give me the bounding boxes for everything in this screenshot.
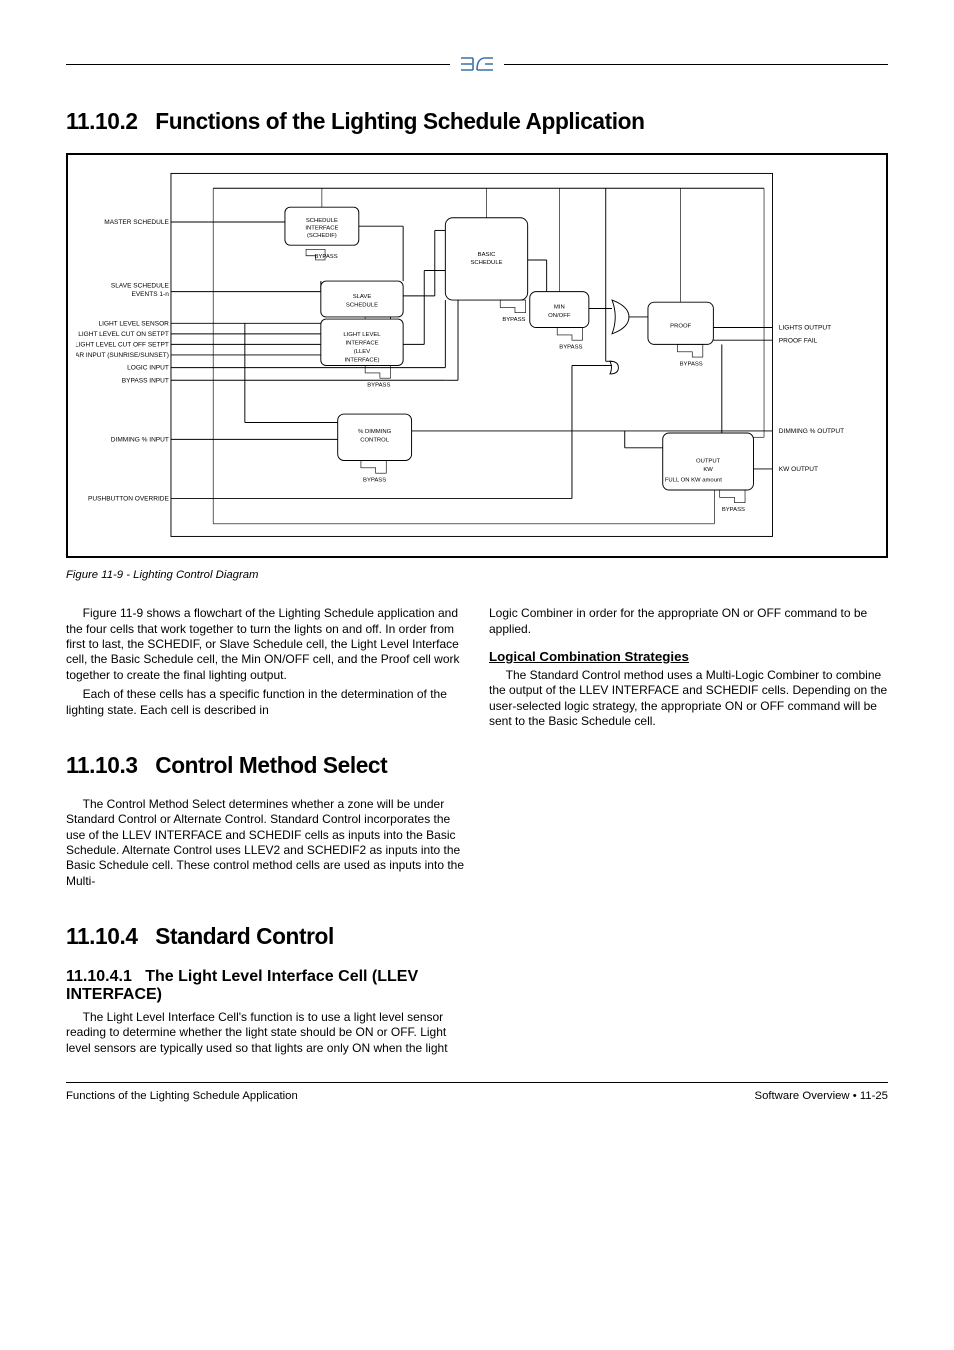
svg-text:BYPASS: BYPASS [314, 254, 337, 260]
svg-text:PROOF FAIL: PROOF FAIL [779, 337, 818, 344]
heading-11-10-4: 11.10.4 Standard Control [66, 923, 465, 950]
svg-text:LIGHT LEVEL: LIGHT LEVEL [343, 332, 381, 338]
svg-text:PROOF: PROOF [670, 324, 691, 330]
heading-11-10-4-1: 11.10.4.1 The Light Level Interface Cell… [66, 968, 465, 1004]
svg-text:KW: KW [703, 467, 713, 473]
para-1: Figure 11-9 - Lighting Control Diagram F… [66, 606, 465, 683]
svg-text:CONTROL: CONTROL [360, 437, 390, 443]
svg-text:EVENTS 1-n: EVENTS 1-n [131, 291, 169, 298]
svg-text:BYPASS: BYPASS [363, 478, 386, 484]
subheading-lcs: Logical Combination Strategies [489, 649, 888, 664]
para-4-right: Logic Combiner in order for the appropri… [489, 606, 888, 637]
svg-text:SCHEDULE: SCHEDULE [306, 218, 338, 224]
heading-11-10-3: 11.10.3 Control Method Select [66, 752, 465, 779]
svg-text:MIN: MIN [554, 305, 565, 311]
svg-text:FULL ON KW amount: FULL ON KW amount [665, 478, 722, 484]
figure-frame: .lbl{font-size:6.2px} .bl{font-size:5.6p… [66, 153, 888, 558]
para-2: Each of these cells has a specific funct… [66, 687, 465, 718]
heading-num: 11.10.4 [66, 923, 138, 949]
heading-11-10-2: 11.10.2 Functions of the Lighting Schedu… [66, 108, 888, 135]
svg-text:BYPASS INPUT: BYPASS INPUT [122, 377, 169, 384]
svg-text:(SCHEDIF): (SCHEDIF) [307, 233, 337, 239]
svg-text:BASIC: BASIC [478, 252, 496, 258]
heading-text: Functions of the Lighting Schedule Appli… [155, 108, 644, 134]
svg-text:BYPASS: BYPASS [367, 383, 390, 389]
heading-text: Standard Control [155, 923, 334, 949]
lighting-control-diagram: .lbl{font-size:6.2px} .bl{font-size:5.6p… [76, 165, 878, 545]
svg-text:BYPASS: BYPASS [502, 317, 525, 323]
footer-right: Software Overview • 11-25 [755, 1090, 888, 1102]
logo-icon [460, 54, 494, 74]
svg-text:% DIMMING: % DIMMING [358, 429, 391, 435]
svg-text:LIGHTS OUTPUT: LIGHTS OUTPUT [779, 325, 831, 332]
para-6: The Light Level Interface Cell's functio… [66, 1010, 465, 1056]
svg-text:LOGIC INPUT: LOGIC INPUT [127, 365, 169, 372]
svg-text:SLAVE: SLAVE [353, 294, 372, 300]
svg-text:LIGHT LEVEL SENSOR: LIGHT LEVEL SENSOR [98, 320, 169, 327]
svg-text:INTERFACE: INTERFACE [345, 340, 378, 346]
svg-text:SOLAR INPUT (SUNRISE/SUNSET): SOLAR INPUT (SUNRISE/SUNSET) [76, 352, 169, 359]
heading-num: 11.10.4.1 [66, 968, 132, 985]
svg-text:PUSHBUTTON OVERRIDE: PUSHBUTTON OVERRIDE [88, 496, 169, 503]
rule-left [66, 64, 450, 65]
page-footer: Functions of the Lighting Schedule Appli… [66, 1090, 888, 1102]
svg-text:(LLEV: (LLEV [354, 349, 370, 355]
heading-num: 11.10.3 [66, 752, 138, 778]
svg-text:SLAVE SCHEDULE: SLAVE SCHEDULE [111, 282, 170, 289]
svg-text:INTERFACE: INTERFACE [305, 225, 338, 231]
svg-text:BYPASS: BYPASS [722, 507, 745, 513]
svg-text:LIGHT LEVEL CUT OFF SETPT: LIGHT LEVEL CUT OFF SETPT [76, 342, 169, 349]
heading-num: 11.10.2 [66, 108, 138, 134]
svg-text:DIMMING % INPUT: DIMMING % INPUT [111, 436, 169, 443]
svg-text:ON/OFF: ON/OFF [548, 313, 571, 319]
rule-right [504, 64, 888, 65]
heading-text: Control Method Select [155, 752, 387, 778]
para-3: The Control Method Select determines whe… [66, 797, 465, 889]
svg-text:KW OUTPUT: KW OUTPUT [779, 466, 818, 473]
svg-text:LIGHT LEVEL CUT ON SETPT: LIGHT LEVEL CUT ON SETPT [78, 331, 169, 338]
svg-text:BYPASS: BYPASS [680, 361, 703, 367]
header-rule [66, 54, 888, 74]
footer-left: Functions of the Lighting Schedule Appli… [66, 1090, 298, 1102]
footer-rule [66, 1082, 888, 1083]
para-5: The Standard Control method uses a Multi… [489, 668, 888, 729]
svg-text:DIMMING % OUTPUT: DIMMING % OUTPUT [779, 428, 844, 435]
svg-text:OUTPUT: OUTPUT [696, 459, 721, 465]
svg-text:BYPASS: BYPASS [559, 345, 582, 351]
figure-caption: Figure 11-9 - Lighting Control Diagram [66, 568, 888, 583]
svg-text:INTERFACE): INTERFACE) [344, 357, 379, 363]
svg-text:MASTER SCHEDULE: MASTER SCHEDULE [104, 219, 169, 226]
svg-text:SCHEDULE: SCHEDULE [346, 302, 378, 308]
svg-text:SCHEDULE: SCHEDULE [470, 260, 502, 266]
